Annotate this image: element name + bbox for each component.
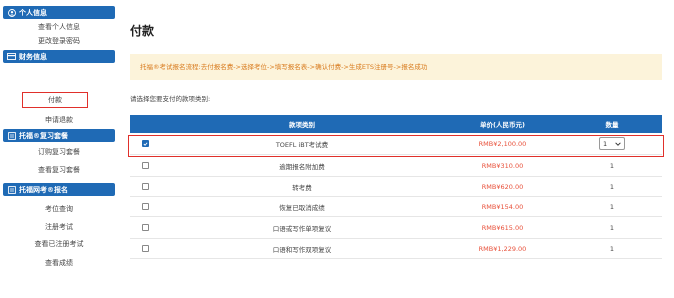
quantity-value: 1 [603, 139, 608, 148]
sidebar-item-registered-exams[interactable]: 查看已注册考试 [3, 238, 115, 251]
row-checkbox[interactable] [142, 183, 149, 190]
row-item-name: 口语和写作双项复议 [272, 245, 332, 254]
table-row: 转考费 RMB¥620.00 1 [130, 177, 662, 197]
sidebar-item-seat-search[interactable]: 考位查询 [3, 203, 115, 216]
quantity-value: 1 [609, 161, 615, 170]
sidebar-item-change-password[interactable]: 更改登录密码 [3, 35, 115, 48]
sidebar-section-prep-package[interactable]: 托福®复习套餐 [3, 129, 115, 142]
quantity-value: 1 [609, 223, 615, 232]
sidebar-item-view-scores[interactable]: 查看成绩 [3, 257, 115, 270]
payment-prompt: 请选择您要支付的款项类别: [130, 95, 211, 103]
row-select-cell [130, 162, 161, 169]
row-checkbox[interactable] [142, 162, 149, 169]
sidebar-section-finance[interactable]: 财务信息 [3, 50, 115, 63]
row-item-name: 转考费 [292, 183, 312, 192]
sidebar-item-view-profile[interactable]: 查看个人信息 [3, 21, 115, 34]
row-unit-price: RMB¥620.00 [481, 182, 524, 191]
table-row: 口语和写作双项复议 RMB¥1,229.00 1 [130, 239, 662, 259]
table-row: 恢复已取消成绩 RMB¥154.00 1 [130, 197, 662, 217]
sidebar-section-title: 财务信息 [19, 52, 47, 61]
row-quantity-cell: 1 [562, 203, 662, 211]
row-item-name: 恢复已取消成绩 [279, 203, 325, 212]
process-notice: 托福®考试报名流程:去付报名费->选择考位->填写报名表->确认付费->生成ET… [130, 54, 662, 80]
row-unit-price: RMB¥310.00 [481, 161, 524, 170]
sidebar-item-register-exam[interactable]: 注册考试 [3, 221, 115, 234]
user-circle-icon [7, 8, 16, 17]
sidebar-section-title: 个人信息 [19, 8, 47, 17]
row-item-name: 逾期报名附加费 [279, 162, 325, 171]
page-title: 付款 [130, 24, 155, 38]
row-checkbox[interactable] [142, 140, 149, 147]
row-unit-price: RMB¥154.00 [481, 202, 524, 211]
row-unit-price: RMB¥615.00 [481, 223, 524, 232]
table-row: 口语或写作单项复议 RMB¥615.00 1 [130, 217, 662, 239]
row-item-name: 口语或写作单项复议 [272, 224, 332, 233]
row-select-cell [130, 140, 161, 147]
row-checkbox[interactable] [142, 203, 149, 210]
check-icon [143, 141, 148, 146]
sidebar: 个人信息 查看个人信息 更改登录密码 财务信息 付款 申请退款 托福®复习套餐 … [0, 0, 118, 298]
quantity-select[interactable]: 1 [599, 137, 625, 150]
table-body: TOEFL iBT考试费 RMB¥2,100.00 1 逾期报名附加费 RMB¥310.… [130, 133, 662, 259]
sidebar-section-title: 托福®复习套餐 [19, 131, 68, 140]
row-quantity-cell: 1 [562, 224, 662, 232]
book-icon [7, 131, 16, 140]
table-row: 逾期报名附加费 RMB¥310.00 1 [130, 155, 662, 177]
sidebar-section-title: 托福网考®报名 [19, 185, 68, 194]
table-header: 款项类别 单价(人民币元) 数量 [130, 115, 662, 133]
card-icon [7, 53, 16, 61]
table-row: TOEFL iBT考试费 RMB¥2,100.00 1 [130, 133, 662, 155]
row-quantity-cell: 1 [562, 162, 662, 170]
sidebar-item-payment[interactable]: 付款 [22, 92, 88, 108]
row-unit-price: RMB¥1,229.00 [478, 244, 527, 253]
row-quantity-cell: 1 [562, 183, 662, 191]
row-checkbox[interactable] [142, 245, 149, 252]
row-quantity-cell: 1 [562, 137, 662, 150]
sidebar-section-personal-info[interactable]: 个人信息 [3, 6, 115, 19]
header-item-type: 款项类别 [289, 121, 315, 129]
book-icon [7, 185, 16, 194]
quantity-value: 1 [609, 182, 615, 191]
row-item-name: TOEFL iBT考试费 [275, 140, 329, 149]
sidebar-item-refund[interactable]: 申请退款 [3, 114, 115, 127]
row-select-cell [130, 183, 161, 190]
row-quantity-cell: 1 [562, 245, 662, 253]
header-quantity: 数量 [605, 121, 619, 129]
payment-table: 款项类别 单价(人民币元) 数量 TOEFL iBT考试费 RMB¥2,100.0… [128, 115, 664, 259]
sidebar-section-registration[interactable]: 托福网考®报名 [3, 183, 115, 196]
sidebar-item-view-package[interactable]: 查看复习套餐 [3, 164, 115, 177]
quantity-value: 1 [609, 202, 615, 211]
row-checkbox[interactable] [142, 224, 149, 231]
row-select-cell [130, 224, 161, 231]
quantity-value: 1 [609, 244, 615, 253]
chevron-down-icon [615, 140, 621, 148]
sidebar-item-order-package[interactable]: 订购复习套餐 [3, 146, 115, 159]
row-unit-price: RMB¥2,100.00 [478, 139, 527, 148]
row-select-cell [130, 203, 161, 210]
header-unit-price: 单价(人民币元) [480, 121, 525, 129]
row-select-cell [130, 245, 161, 252]
